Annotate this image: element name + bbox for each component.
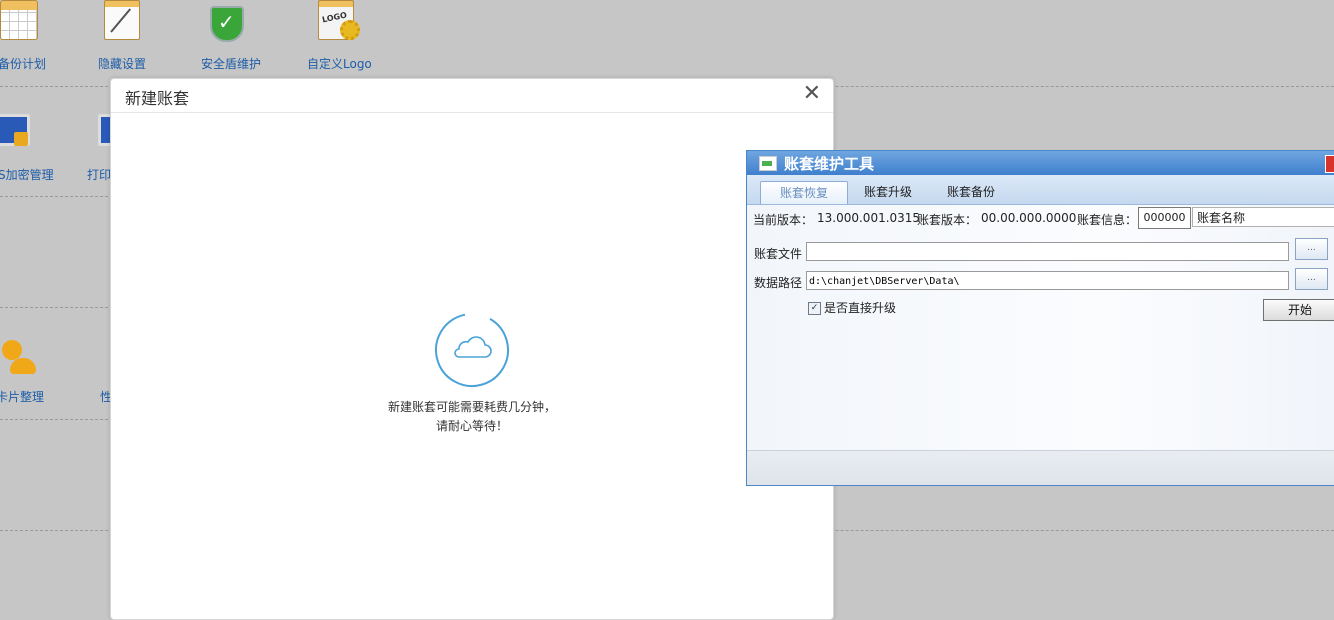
version-info-row: 当前版本： 13.000.001.0315 账套版本： 00.00.000.00…	[747, 207, 1334, 231]
close-icon[interactable]: ✕	[803, 81, 821, 107]
loading-spinner	[435, 313, 509, 387]
wait-message-line1: 新建账套可能需要耗费几分钟，	[387, 400, 556, 414]
current-version-value: 13.000.001.0315	[817, 211, 921, 225]
account-version-label: 账套版本：	[917, 213, 978, 227]
tile-label: 卡片整理	[0, 390, 45, 404]
calendar-icon	[0, 0, 38, 40]
lock-icon	[14, 132, 28, 146]
file-label: 账套文件	[754, 247, 803, 261]
tab-bar: 账套恢复 账套升级 账套备份	[747, 175, 1334, 205]
account-name-field[interactable]: 账套名称	[1192, 207, 1334, 227]
shield-icon	[210, 6, 244, 42]
dialog-header: 新建账套 ✕	[111, 79, 833, 113]
browse-path-button[interactable]: ...	[1295, 268, 1328, 290]
tile-label: S加密管理	[0, 168, 54, 182]
tile-label: 自定义Logo	[307, 57, 372, 71]
account-info-label: 账套信息：	[1077, 213, 1138, 227]
start-button[interactable]: 开始	[1263, 299, 1334, 321]
browse-file-button[interactable]: ...	[1295, 238, 1328, 260]
user-icon	[2, 340, 22, 360]
status-bar	[747, 450, 1334, 485]
wait-message-line2: 请耐心等待！	[435, 419, 508, 433]
window-title: 账套维护工具	[784, 155, 875, 173]
window-close-icon[interactable]	[1325, 155, 1334, 173]
direct-upgrade-label: 是否直接升级	[824, 301, 897, 315]
window-titlebar[interactable]: 账套维护工具	[747, 151, 1334, 175]
account-code-field[interactable]: 000000	[1138, 207, 1191, 229]
tab-upgrade[interactable]: 账套升级	[853, 181, 923, 203]
current-version-label: 当前版本：	[753, 213, 814, 227]
account-file-input[interactable]	[806, 242, 1289, 261]
tile-label: 隐藏设置	[98, 57, 147, 71]
new-account-dialog: 新建账套 ✕ 新建账套可能需要耗费几分钟， 请耐心等待！	[110, 78, 834, 620]
direct-upgrade-checkbox[interactable]: ✓	[808, 302, 821, 315]
path-label: 数据路径	[754, 276, 803, 290]
tab-restore[interactable]: 账套恢复	[760, 181, 848, 204]
dialog-title: 新建账套	[125, 89, 190, 108]
tile-label: 打印	[87, 168, 112, 182]
account-maintenance-window: 账套维护工具 账套恢复 账套升级 账套备份 当前版本： 13.000.001.0…	[746, 150, 1334, 486]
app-icon	[759, 156, 777, 171]
tab-backup[interactable]: 账套备份	[935, 181, 1007, 203]
cloud-icon	[454, 336, 492, 358]
gear-icon	[340, 20, 360, 40]
tile-label: 备份计划	[0, 57, 47, 71]
tile-label: 安全盾维护	[201, 57, 262, 71]
notepad-icon	[104, 0, 140, 40]
account-version-value: 00.00.000.0000	[981, 211, 1077, 225]
data-path-input[interactable]: d:\chanjet\DBServer\Data\	[806, 271, 1289, 290]
